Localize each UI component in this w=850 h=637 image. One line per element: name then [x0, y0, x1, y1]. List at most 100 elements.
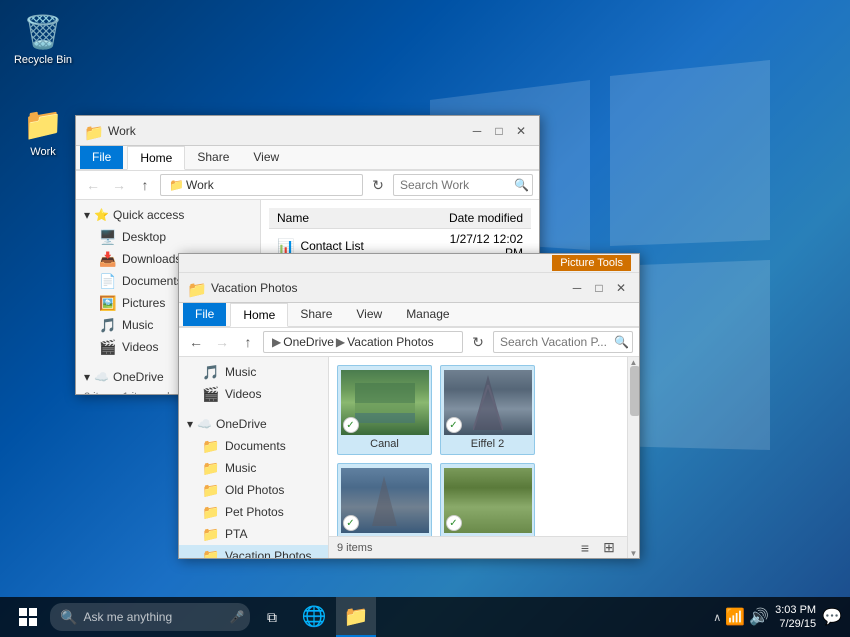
- sidebar-item-od-oldphotos[interactable]: 📁 Old Photos: [179, 479, 328, 501]
- work-refresh-button[interactable]: ↻: [367, 174, 389, 196]
- od-music-icon: 📁: [203, 460, 219, 476]
- work-title-bar: 📁 Work ─ □ ✕: [76, 116, 539, 146]
- work-window-controls: ─ □ ✕: [467, 121, 531, 141]
- excel-icon: 📊: [277, 238, 294, 255]
- sidebar-item-desktop[interactable]: 🖥️ Desktop: [76, 226, 260, 248]
- vacation-address-bar: ← → ↑ ▶ OneDrive ▶ Vacation Photos ↻ 🔍: [179, 328, 639, 357]
- work-close-button[interactable]: ✕: [511, 121, 531, 141]
- vacation-refresh-button[interactable]: ↻: [467, 331, 489, 353]
- vacation-path-onedrive: OneDrive: [283, 335, 334, 349]
- downloads-icon: 📥: [100, 251, 116, 267]
- task-view-button[interactable]: ⧉: [252, 597, 292, 637]
- quick-access-header[interactable]: ▾ ⭐ Quick access: [76, 204, 260, 226]
- vacation-close-button[interactable]: ✕: [611, 278, 631, 298]
- tray-network-icon: 📶: [725, 607, 745, 627]
- vacation-tab-manage[interactable]: Manage: [394, 303, 461, 326]
- photo-lozere[interactable]: ✓ Lozere: [440, 463, 535, 536]
- work-back-button[interactable]: ←: [82, 174, 104, 196]
- vacation-forward-button[interactable]: →: [211, 331, 233, 353]
- sidebar-item-videos-v[interactable]: 🎬 Videos: [179, 383, 328, 405]
- onedrive-v-label: OneDrive: [216, 417, 267, 431]
- vacation-back-button[interactable]: ←: [185, 331, 207, 353]
- work-address-path[interactable]: 📁 Work: [160, 174, 363, 196]
- music-sidebar-label: Music: [225, 365, 256, 379]
- taskbar-time[interactable]: 3:03 PM 7/29/15: [775, 603, 816, 632]
- onedrive-label: OneDrive: [113, 370, 164, 384]
- sidebar-downloads-label: Downloads: [122, 252, 181, 266]
- explorer-taskbar-app[interactable]: 📁: [336, 597, 376, 637]
- taskbar-right: ∧ 📶 🔊 3:03 PM 7/29/15 💬: [713, 603, 842, 632]
- work-window-title: Work: [108, 124, 136, 138]
- work-path-part: Work: [186, 178, 214, 192]
- od-oldphotos-label: Old Photos: [225, 483, 284, 497]
- sidebar-item-music-v[interactable]: 🎵 Music: [179, 361, 328, 383]
- photo-eiffel-tower[interactable]: ✓ Eiffel Tower: [337, 463, 432, 536]
- work-tab-share[interactable]: Share: [185, 146, 241, 169]
- vacation-search-icon: 🔍: [614, 335, 629, 349]
- vacation-maximize-button[interactable]: □: [589, 278, 609, 298]
- start-button[interactable]: [8, 597, 48, 637]
- od-pta-label: PTA: [225, 527, 247, 541]
- vacation-search-wrapper: 🔍: [493, 331, 633, 353]
- od-documents-icon: 📁: [203, 438, 219, 454]
- eiffel2-thumb: ✓: [444, 370, 532, 435]
- lozere-thumb: ✓: [444, 468, 532, 533]
- taskbar-search-bar[interactable]: 🔍 🎤: [50, 603, 250, 631]
- music-sidebar-icon: 🎵: [203, 364, 219, 380]
- sidebar-item-od-documents[interactable]: 📁 Documents: [179, 435, 328, 457]
- od-documents-label: Documents: [225, 439, 286, 453]
- sidebar-item-od-music[interactable]: 📁 Music: [179, 457, 328, 479]
- grid-view-toggle[interactable]: ⊞: [599, 538, 619, 558]
- photo-canal[interactable]: ✓ Canal: [337, 365, 432, 455]
- vacation-tab-home[interactable]: Home: [230, 303, 288, 327]
- sidebar-pictures-label: Pictures: [122, 296, 165, 310]
- vacation-ribbon-tabs: File Home Share View Manage: [179, 303, 639, 327]
- vacation-up-button[interactable]: ↑: [237, 331, 259, 353]
- recycle-bin-label: Recycle Bin: [14, 54, 72, 66]
- od-petphotos-icon: 📁: [203, 504, 219, 520]
- pictures-icon: 🖼️: [100, 295, 116, 311]
- edge-taskbar-app[interactable]: 🌐: [294, 597, 334, 637]
- scroll-up-btn[interactable]: ▲: [629, 358, 638, 366]
- vacation-ribbon: File Home Share View Manage: [179, 303, 639, 328]
- work-address-bar: ← → ↑ 📁 Work ↻ 🔍: [76, 171, 539, 200]
- col-date-header: Date modified: [418, 211, 523, 225]
- time-display: 3:03 PM: [775, 603, 816, 617]
- work-search-input[interactable]: [393, 174, 533, 196]
- taskbar-search-input[interactable]: [83, 610, 223, 624]
- work-maximize-button[interactable]: □: [489, 121, 509, 141]
- work-up-button[interactable]: ↑: [134, 174, 156, 196]
- vacation-scrollbar[interactable]: ▲ ▼: [627, 357, 639, 558]
- vacation-minimize-button[interactable]: ─: [567, 278, 587, 298]
- vacation-main-area: ✓ Canal ✓ Eiffel 2: [329, 357, 627, 558]
- vacation-status-text: 9 items: [337, 542, 372, 554]
- sidebar-item-od-petphotos[interactable]: 📁 Pet Photos: [179, 501, 328, 523]
- vacation-search-input[interactable]: [493, 331, 633, 353]
- work-list-header: Name Date modified: [269, 208, 531, 229]
- canal-thumb: ✓: [341, 370, 429, 435]
- work-tab-home[interactable]: Home: [127, 146, 185, 170]
- work-folder-icon[interactable]: 📁 Work: [8, 100, 78, 162]
- vacation-tab-share[interactable]: Share: [288, 303, 344, 326]
- vacation-tab-file[interactable]: File: [183, 303, 226, 326]
- photo-eiffel2[interactable]: ✓ Eiffel 2: [440, 365, 535, 455]
- list-view-toggle[interactable]: ≡: [575, 538, 595, 558]
- recycle-bin-icon[interactable]: 🗑️ Recycle Bin: [8, 8, 78, 70]
- vacation-window-controls: ─ □ ✕: [567, 278, 631, 298]
- work-tab-file[interactable]: File: [80, 146, 123, 169]
- work-minimize-button[interactable]: ─: [467, 121, 487, 141]
- vacation-address-path[interactable]: ▶ OneDrive ▶ Vacation Photos: [263, 331, 463, 353]
- work-search-wrapper: 🔍: [393, 174, 533, 196]
- date-display: 7/29/15: [775, 617, 816, 631]
- scroll-down-btn[interactable]: ▼: [629, 549, 638, 557]
- work-tab-view[interactable]: View: [241, 146, 291, 169]
- sidebar-item-od-vacation[interactable]: 📁 Vacation Photos: [179, 545, 328, 558]
- scroll-thumb[interactable]: [630, 366, 639, 416]
- onedrive-v-header[interactable]: ▾ ☁️ OneDrive: [179, 413, 328, 435]
- notification-icon[interactable]: 💬: [822, 607, 842, 627]
- vacation-tab-view[interactable]: View: [344, 303, 394, 326]
- tray-chevron[interactable]: ∧: [713, 611, 721, 624]
- work-forward-button[interactable]: →: [108, 174, 130, 196]
- eiffel2-check: ✓: [446, 417, 462, 433]
- sidebar-item-od-pta[interactable]: 📁 PTA: [179, 523, 328, 545]
